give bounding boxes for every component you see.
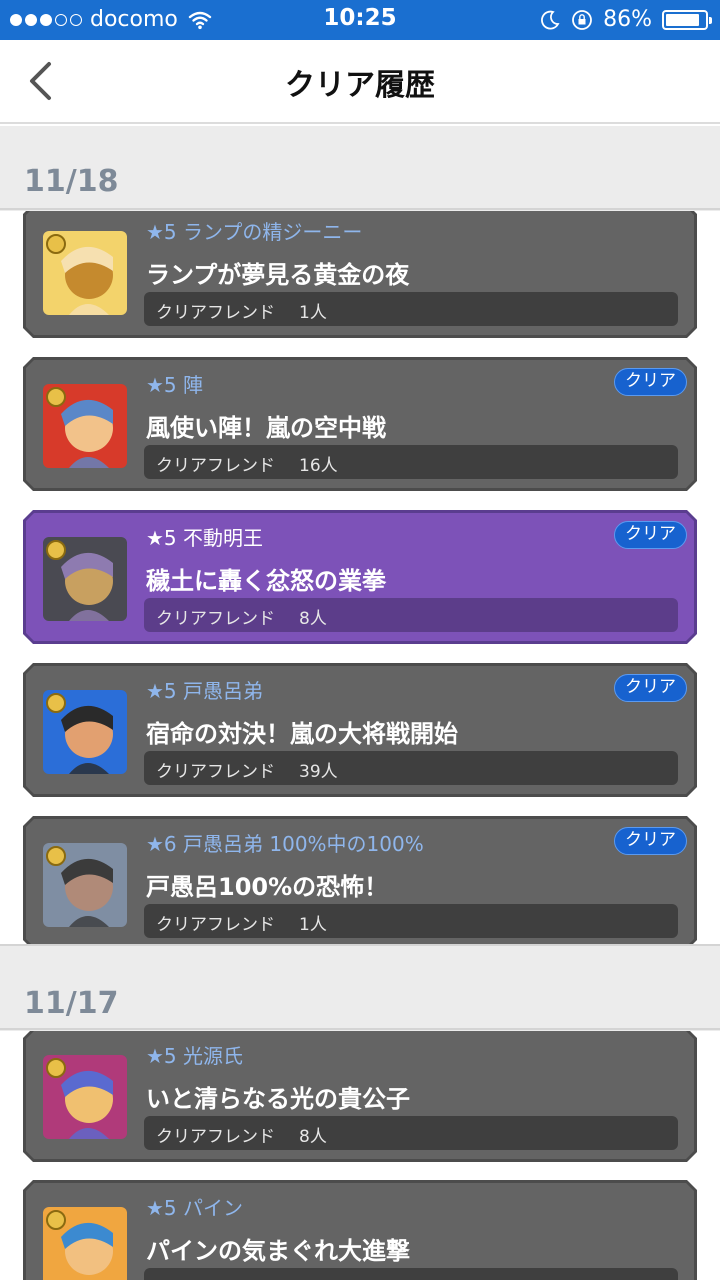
monster-avatar (43, 384, 127, 468)
quest-title: 宿命の対決！嵐の大将戦開始 (146, 720, 458, 748)
clear-history-card[interactable]: ★5 戸愚呂弟宿命の対決！嵐の大将戦開始クリアフレンド 39人 クリア (23, 663, 697, 797)
section-date: 11/18 (24, 164, 119, 199)
monster-avatar (43, 843, 127, 927)
clear-badge: クリア (614, 521, 687, 549)
clear-friend-count: 8人 (299, 609, 327, 629)
monster-avatar (43, 1207, 127, 1280)
battery-percent: 86% (603, 7, 652, 32)
card-body: ★5 戸愚呂弟宿命の対決！嵐の大将戦開始クリアフレンド 39人 クリア (26, 666, 694, 794)
section-list: ★5 光源氏いと清らなる光の貴公子クリアフレンド 8人 ★5 パインパインの気まぐれ… (0, 1031, 720, 1280)
quest-title: 穢土に轟く忿怒の業拳 (146, 567, 386, 595)
card-body: ★5 光源氏いと清らなる光の貴公子クリアフレンド 8人 (26, 1031, 694, 1159)
clear-friend-label: クリアフレンド (156, 609, 275, 629)
battery-icon (662, 9, 712, 30)
navigation-bar: クリア履歴 (0, 40, 720, 124)
card-body: ★5 ランプの精ジーニーランプが夢見る黄金の夜クリアフレンド 1人 (26, 211, 694, 335)
clear-badge: クリア (614, 827, 687, 855)
clear-friend-bar: クリアフレンド (144, 1268, 678, 1280)
clear-friend-label: クリアフレンド (156, 456, 275, 476)
moon-icon (541, 10, 560, 29)
clear-friend-label: クリアフレンド (156, 303, 275, 323)
clear-friend-label: クリアフレンド (156, 915, 275, 935)
monster-avatar (43, 231, 127, 315)
card-body: ★5 パインパインの気まぐれ大進撃クリアフレンド (26, 1183, 694, 1280)
clear-friend-count: 1人 (299, 915, 327, 935)
clear-history-card[interactable]: ★5 不動明王穢土に轟く忿怒の業拳クリアフレンド 8人 クリア (23, 510, 697, 644)
clear-friend-label: クリアフレンド (156, 1127, 275, 1147)
clear-history-card[interactable]: ★5 ランプの精ジーニーランプが夢見る黄金の夜クリアフレンド 1人 (23, 211, 697, 338)
clear-history-card[interactable]: ★5 陣風使い陣！嵐の空中戦クリアフレンド 16人 クリア (23, 357, 697, 491)
page-title: クリア履歴 (285, 68, 435, 103)
clear-friend-bar: クリアフレンド 1人 (144, 904, 678, 938)
stage-label: ★5 ランプの精ジーニー (146, 220, 363, 244)
status-bar: docomo 10:25 86% (0, 0, 720, 40)
stage-label: ★5 パイン (146, 1196, 244, 1220)
stage-label: ★5 戸愚呂弟 (146, 679, 264, 703)
quest-title: ランプが夢見る黄金の夜 (146, 261, 410, 289)
stage-label: ★6 戸愚呂弟 100%中の100% (146, 832, 424, 856)
clear-history-card[interactable]: ★6 戸愚呂弟 100%中の100% 戸愚呂100%の恐怖！ クリアフレンド 1人 クリ… (23, 816, 697, 944)
clear-friend-bar: クリアフレンド 8人 (144, 598, 678, 632)
stage-label: ★5 光源氏 (146, 1044, 244, 1068)
stage-label: ★5 陣 (146, 373, 204, 397)
clear-friend-label: クリアフレンド (156, 1274, 275, 1280)
clear-friend-bar: クリアフレンド 16人 (144, 445, 678, 479)
clear-badge: クリア (614, 674, 687, 702)
quest-title: 戸愚呂100%の恐怖！ (146, 873, 389, 901)
monster-avatar (43, 537, 127, 621)
clear-friend-bar: クリアフレンド 39人 (144, 751, 678, 785)
battery-fill (666, 13, 699, 26)
clear-friend-bar: クリアフレンド 8人 (144, 1116, 678, 1150)
clear-history-card[interactable]: ★5 パインパインの気まぐれ大進撃クリアフレンド (23, 1180, 697, 1280)
section-header: 11/17 (0, 944, 720, 1030)
rotation-lock-icon (572, 9, 592, 30)
clear-friend-label: クリアフレンド (156, 762, 275, 782)
history-list[interactable]: 11/18 ★5 ランプの精ジーニー ランプが夢見る黄金の夜 クリアフレンド 1人 ★5… (0, 126, 720, 1280)
stage-label: ★5 不動明王 (146, 526, 264, 550)
section-header: 11/18 (0, 126, 720, 210)
card-body: ★6 戸愚呂弟 100%中の100% 戸愚呂100%の恐怖！ クリアフレンド 1人 クリ… (26, 819, 694, 944)
section-date: 11/17 (24, 986, 119, 1021)
card-body: ★5 不動明王穢土に轟く忿怒の業拳クリアフレンド 8人 クリア (26, 513, 694, 641)
clear-friend-count: 39人 (299, 762, 338, 782)
quest-title: パインの気まぐれ大進撃 (146, 1237, 410, 1265)
monster-avatar (43, 1055, 127, 1139)
clear-friend-bar: クリアフレンド 1人 (144, 292, 678, 326)
clear-badge: クリア (614, 368, 687, 396)
quest-title: 風使い陣！嵐の空中戦 (146, 414, 386, 442)
card-body: ★5 陣風使い陣！嵐の空中戦クリアフレンド 16人 クリア (26, 360, 694, 488)
monster-avatar (43, 690, 127, 774)
section-list: ★5 ランプの精ジーニーランプが夢見る黄金の夜クリアフレンド 1人 ★5 陣風使い陣… (0, 211, 720, 944)
clear-friend-count: 16人 (299, 456, 338, 476)
quest-title: いと清らなる光の貴公子 (146, 1085, 410, 1113)
clear-history-card[interactable]: ★5 光源氏いと清らなる光の貴公子クリアフレンド 8人 (23, 1031, 697, 1162)
clear-friend-count: 1人 (299, 303, 327, 323)
clear-friend-count: 8人 (299, 1127, 327, 1147)
